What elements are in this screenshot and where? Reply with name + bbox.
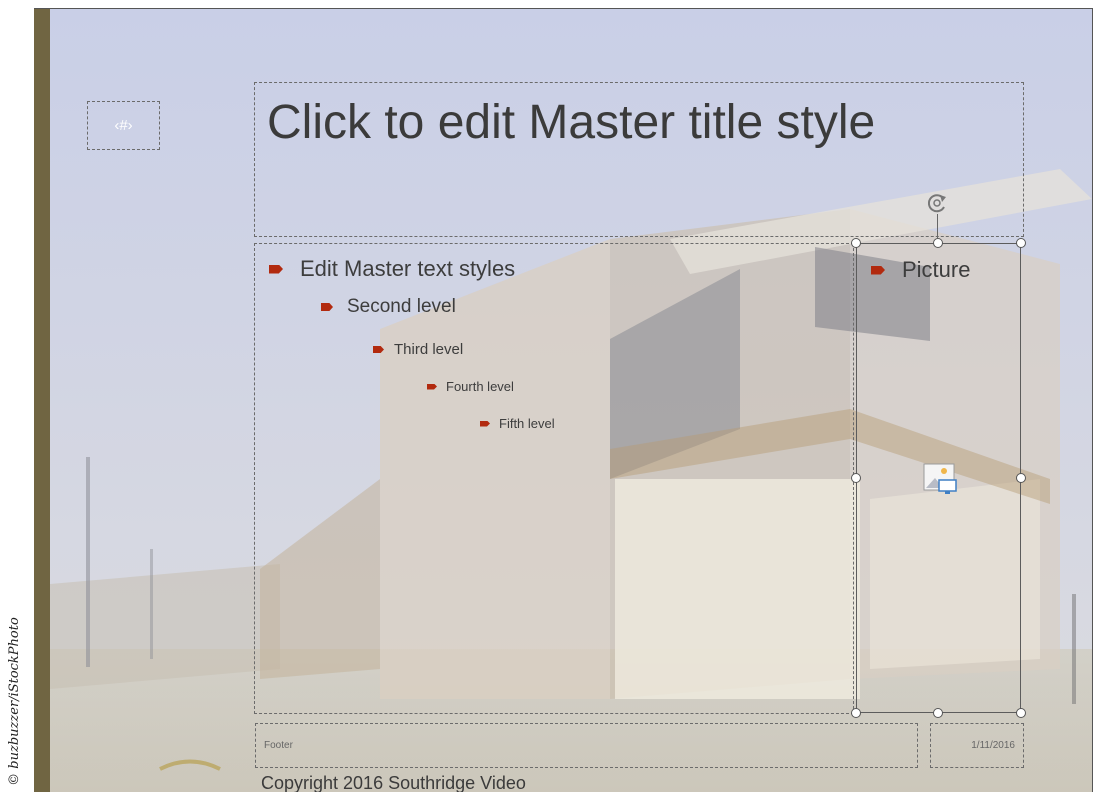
picture-label: Picture — [871, 257, 970, 283]
picture-placeholder[interactable]: Picture — [856, 243, 1021, 713]
bullet-arrow-icon — [427, 383, 437, 390]
picture-label-text: Picture — [902, 257, 971, 282]
bullet-arrow-icon — [373, 346, 384, 353]
body-level-2-text: Second level — [347, 296, 456, 317]
resize-handle-bottom[interactable] — [933, 708, 943, 718]
resize-handle-left[interactable] — [851, 473, 861, 483]
insert-picture-icon[interactable] — [923, 463, 959, 495]
date-placeholder[interactable]: 1/11/2016 — [930, 723, 1024, 768]
body-level-4: Fourth level — [427, 379, 514, 394]
photo-credit-text: © buzbuzzer/iStockPhoto — [6, 616, 22, 786]
body-level-1: Edit Master text styles — [269, 256, 515, 282]
title-text: Click to edit Master title style — [267, 96, 876, 149]
slide-master-canvas[interactable]: ‹#› Click to edit Master title style Edi… — [34, 8, 1093, 792]
footer-text: Footer — [264, 740, 293, 751]
date-text: 1/11/2016 — [971, 740, 1015, 751]
body-level-3: Third level — [373, 341, 463, 358]
bullet-arrow-icon — [321, 303, 333, 311]
resize-handle-top-right[interactable] — [1016, 238, 1026, 248]
bullet-arrow-icon — [480, 420, 490, 427]
bullet-arrow-icon — [269, 264, 283, 274]
photo-credit: © buzbuzzer/iStockPhoto — [4, 611, 24, 791]
accent-bar — [34, 9, 50, 792]
resize-handle-top[interactable] — [933, 238, 943, 248]
footer-placeholder[interactable]: Footer — [255, 723, 918, 768]
body-placeholder[interactable]: Edit Master text styles Second level Thi… — [254, 243, 854, 714]
body-level-3-text: Third level — [394, 341, 464, 358]
slide-number-placeholder[interactable]: ‹#› — [87, 101, 160, 150]
body-level-5-text: Fifth level — [499, 416, 555, 431]
slide-number-text: ‹#› — [114, 117, 133, 134]
body-level-5: Fifth level — [480, 416, 555, 431]
body-level-2: Second level — [321, 296, 456, 318]
body-level-4-text: Fourth level — [446, 379, 514, 394]
rotate-handle-icon[interactable] — [926, 192, 948, 214]
resize-handle-bottom-right[interactable] — [1016, 708, 1026, 718]
copyright-text: Copyright 2016 Southridge Video — [261, 773, 526, 792]
title-placeholder[interactable]: Click to edit Master title style — [254, 82, 1024, 237]
resize-handle-right[interactable] — [1016, 473, 1026, 483]
bullet-arrow-icon — [871, 265, 885, 275]
resize-handle-bottom-left[interactable] — [851, 708, 861, 718]
rotate-handle-stem — [937, 214, 938, 238]
resize-handle-top-left[interactable] — [851, 238, 861, 248]
body-level-1-text: Edit Master text styles — [300, 256, 516, 281]
